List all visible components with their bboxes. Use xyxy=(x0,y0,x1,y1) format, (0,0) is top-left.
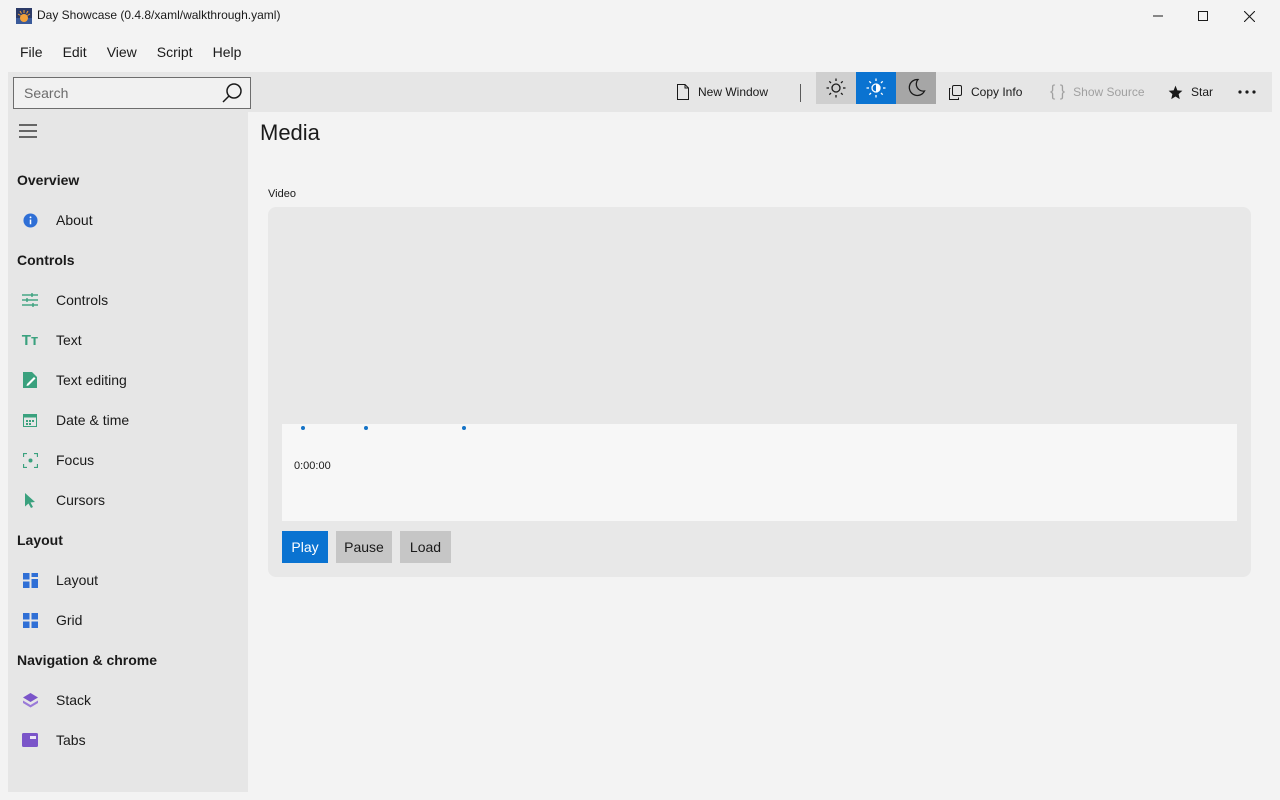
minimize-icon xyxy=(1153,15,1163,17)
text-icon: Tт xyxy=(21,331,39,349)
loading-dot xyxy=(364,426,368,430)
search-icon[interactable] xyxy=(222,82,244,104)
load-button[interactable]: Load xyxy=(400,531,451,563)
section-overview: Overview xyxy=(17,172,80,188)
maximize-icon xyxy=(1198,11,1208,21)
light-theme-button[interactable] xyxy=(816,72,856,104)
play-button[interactable]: Play xyxy=(282,531,328,563)
page-title: Media xyxy=(260,120,320,145)
sidebar-item-label: Text editing xyxy=(56,372,127,388)
show-source-button[interactable]: { } Show Source xyxy=(1050,72,1145,112)
search-input[interactable] xyxy=(14,78,214,108)
pause-button[interactable]: Pause xyxy=(336,531,392,563)
close-icon xyxy=(1243,10,1255,22)
section-navigation-chrome: Navigation & chrome xyxy=(17,652,158,668)
sidebar-item-label: Grid xyxy=(56,612,83,628)
close-button[interactable] xyxy=(1226,0,1272,32)
calendar-icon xyxy=(22,412,38,428)
media-player-controls: 0:00:00 xyxy=(282,424,1237,521)
copy-icon xyxy=(949,84,962,100)
playback-time: 0:00:00 xyxy=(294,460,331,472)
sidebar: Overview About Controls Controls Tт Text… xyxy=(8,112,248,792)
sidebar-item-label: Date & time xyxy=(56,412,130,428)
menu-file[interactable]: File xyxy=(12,38,51,66)
cursor-icon xyxy=(22,492,38,508)
sidebar-item-label: Layout xyxy=(56,572,99,588)
toolbar-divider xyxy=(800,84,801,102)
sidebar-item-grid[interactable]: Grid xyxy=(8,602,248,638)
stack-icon xyxy=(22,692,38,708)
video-card: 0:00:00 Play Pause Load xyxy=(268,207,1251,577)
sidebar-item-label: Stack xyxy=(56,692,92,708)
sidebar-item-label: About xyxy=(56,212,93,228)
focus-icon xyxy=(22,452,38,468)
show-source-label: Show Source xyxy=(1073,85,1145,99)
sidebar-item-label: Tabs xyxy=(56,732,86,748)
menu-script[interactable]: Script xyxy=(149,38,201,66)
menu-help[interactable]: Help xyxy=(205,38,250,66)
new-document-icon xyxy=(677,84,689,100)
maximize-button[interactable] xyxy=(1180,0,1226,32)
minimize-button[interactable] xyxy=(1135,0,1181,32)
sidebar-item-date-time[interactable]: Date & time xyxy=(8,402,248,438)
loading-dot xyxy=(462,426,466,430)
grid-icon xyxy=(22,612,38,628)
sidebar-item-text-editing[interactable]: Text editing xyxy=(8,362,248,398)
contrast-sun-icon xyxy=(866,78,886,98)
hamburger-menu-icon[interactable] xyxy=(19,123,37,139)
contrast-theme-button[interactable] xyxy=(856,72,896,104)
info-icon xyxy=(22,212,38,228)
new-window-button[interactable]: New Window xyxy=(676,72,768,112)
layout-icon xyxy=(22,572,38,588)
more-options-button[interactable] xyxy=(1238,72,1256,112)
window-title: Day Showcase (0.4.8/xaml/walkthrough.yam… xyxy=(37,8,281,22)
sidebar-item-tabs[interactable]: Tabs xyxy=(8,722,248,758)
star-icon xyxy=(1168,85,1183,99)
dark-theme-button[interactable] xyxy=(896,72,936,104)
toolbar: New Window xyxy=(8,72,1272,112)
star-button[interactable]: Star xyxy=(1168,72,1213,112)
section-controls: Controls xyxy=(17,252,75,268)
menu-edit[interactable]: Edit xyxy=(55,38,95,66)
sidebar-item-controls[interactable]: Controls xyxy=(8,282,248,318)
sidebar-item-label: Focus xyxy=(56,452,95,468)
braces-icon: { } xyxy=(1050,83,1066,100)
moon-icon xyxy=(908,78,926,97)
sidebar-item-text[interactable]: Tт Text xyxy=(8,322,248,358)
copy-info-label: Copy Info xyxy=(971,85,1023,99)
section-layout: Layout xyxy=(17,532,63,548)
star-label: Star xyxy=(1191,85,1214,99)
sidebar-item-cursors[interactable]: Cursors xyxy=(8,482,248,518)
search-box xyxy=(13,77,251,109)
edit-doc-icon xyxy=(22,372,38,388)
sidebar-item-label: Controls xyxy=(56,292,109,308)
sidebar-item-stack[interactable]: Stack xyxy=(8,682,248,718)
more-icon xyxy=(1238,90,1256,94)
sun-icon xyxy=(826,78,846,98)
title-bar: Day Showcase (0.4.8/xaml/walkthrough.yam… xyxy=(0,0,1280,32)
menu-view[interactable]: View xyxy=(99,38,145,66)
sliders-icon xyxy=(22,292,38,308)
tabs-icon xyxy=(22,732,38,748)
sidebar-item-about[interactable]: About xyxy=(8,202,248,238)
sidebar-item-focus[interactable]: Focus xyxy=(8,442,248,478)
app-logo-icon xyxy=(16,8,32,24)
video-label: Video xyxy=(268,188,296,200)
menu-bar: File Edit View Script Help xyxy=(0,36,253,68)
sidebar-item-layout[interactable]: Layout xyxy=(8,562,248,598)
new-window-label: New Window xyxy=(698,85,769,99)
copy-info-button[interactable]: Copy Info xyxy=(948,72,1022,112)
sidebar-item-label: Text xyxy=(56,332,82,348)
sidebar-item-label: Cursors xyxy=(56,492,106,508)
loading-dot xyxy=(301,426,305,430)
